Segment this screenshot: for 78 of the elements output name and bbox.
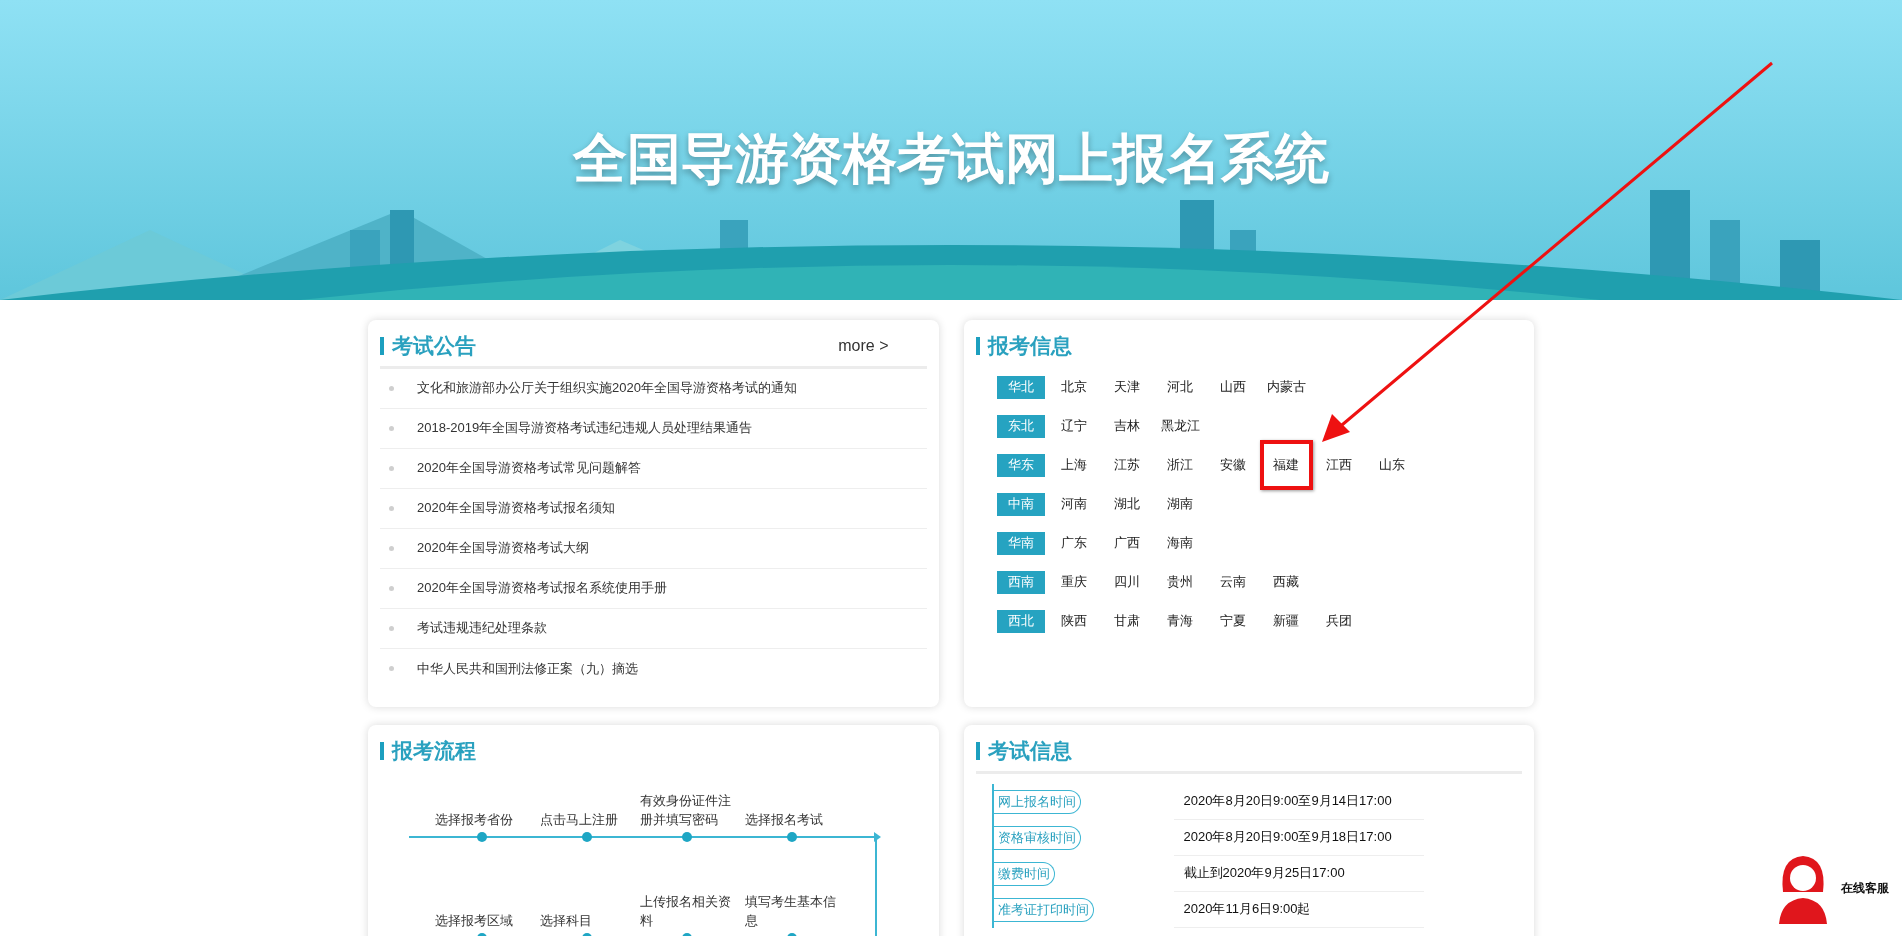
province-link[interactable]: 山西: [1206, 375, 1260, 399]
title-marker: [975, 336, 980, 355]
bullet-icon: [389, 505, 394, 511]
announcement-link[interactable]: 中华人民共和国刑法修正案（九）摘选: [417, 658, 638, 679]
province-link[interactable]: 云南: [1206, 570, 1260, 594]
bullet-icon: [389, 585, 394, 591]
province-link[interactable]: 山东: [1365, 453, 1419, 477]
region-label: 华东: [996, 453, 1045, 477]
step-label: 上传报名相关资料: [640, 892, 732, 930]
date-text: 2020年8月20日9:00至9月18日17:00: [1173, 819, 1424, 856]
province-link[interactable]: 福建: [1259, 440, 1313, 490]
province-link[interactable]: 宁夏: [1206, 609, 1260, 633]
step-label: 填写考生基本信息: [745, 892, 837, 930]
province-link[interactable]: 安徽: [1206, 453, 1260, 477]
province-link[interactable]: 浙江: [1153, 453, 1207, 477]
province-link[interactable]: 湖南: [1153, 492, 1207, 516]
online-service-label[interactable]: 在线客服: [1841, 879, 1889, 897]
province-link[interactable]: 江苏: [1100, 453, 1154, 477]
step-label: 有效身份证件注册并填写密码: [640, 791, 732, 829]
province-link[interactable]: 甘肃: [1100, 609, 1154, 633]
province-link[interactable]: 西藏: [1259, 570, 1313, 594]
province-link[interactable]: 海南: [1153, 531, 1207, 555]
province-link[interactable]: 湖北: [1100, 492, 1154, 516]
bullet-icon: [389, 385, 394, 391]
province-link[interactable]: 兵团: [1312, 609, 1366, 633]
announcement-link[interactable]: 2020年全国导游资格考试报名系统使用手册: [417, 578, 667, 598]
step-label: 选择报名考试: [745, 810, 824, 829]
region-label: 西南: [996, 570, 1045, 594]
region-label: 东北: [996, 414, 1045, 438]
province-link[interactable]: 天津: [1100, 375, 1154, 399]
province-link[interactable]: 陕西: [1047, 609, 1101, 633]
step-label: 选择报考区域: [435, 911, 514, 930]
section-title: 报考流程: [392, 738, 476, 764]
step-label: 选择报考省份: [435, 810, 514, 829]
province-link[interactable]: 广东: [1047, 531, 1101, 555]
province-link[interactable]: 江西: [1312, 453, 1366, 477]
title-marker: [380, 741, 384, 760]
title-marker: [380, 336, 384, 355]
step-label: 点击马上注册: [540, 810, 619, 829]
announcement-link[interactable]: 2020年全国导游资格考试常见问题解答: [417, 458, 641, 478]
province-link[interactable]: 北京: [1047, 375, 1101, 399]
bullet-icon: [389, 465, 394, 471]
bullet-icon: [389, 625, 394, 631]
province-link[interactable]: 新疆: [1259, 609, 1313, 633]
date-text: 截止到2020年9月25日17:00: [1173, 855, 1424, 892]
province-link[interactable]: 内蒙古: [1259, 375, 1313, 399]
province-link[interactable]: 河南: [1047, 492, 1101, 516]
date-text: 2020年8月20日9:00至9月14日17:00: [1173, 783, 1424, 820]
section-title: 报考信息: [987, 333, 1072, 359]
site-title: 全国导游资格考试网上报名系统: [573, 127, 1329, 188]
announcement-link[interactable]: 2020年全国导游资格考试大纲: [417, 538, 589, 558]
province-link[interactable]: 黑龙江: [1153, 414, 1207, 438]
region-label: 西北: [996, 609, 1045, 633]
more-link[interactable]: more >: [838, 333, 889, 358]
province-link[interactable]: 上海: [1047, 453, 1101, 477]
province-link[interactable]: 青海: [1153, 609, 1207, 633]
announcement-link[interactable]: 文化和旅游部办公厅关于组织实施2020年全国导游资格考试的通知: [417, 378, 797, 398]
province-link[interactable]: 重庆: [1047, 570, 1101, 594]
bullet-icon: [389, 545, 394, 551]
province-link[interactable]: 四川: [1100, 570, 1154, 594]
announcement-link[interactable]: 2018-2019年全国导游资格考试违纪违规人员处理结果通告: [417, 418, 753, 438]
announcement-link[interactable]: 2020年全国导游资格考试报名须知: [417, 498, 615, 518]
section-title: 考试信息: [987, 738, 1072, 764]
date-text: 2020年11月6日9:00起: [1173, 891, 1424, 928]
province-link[interactable]: 广西: [1100, 531, 1154, 555]
announcement-link[interactable]: 考试违规违纪处理条款: [417, 618, 547, 638]
region-label: 华北: [996, 375, 1045, 399]
region-label: 中南: [996, 492, 1045, 516]
step-label: 选择科目: [540, 911, 593, 930]
section-title: 考试公告: [392, 333, 476, 359]
province-link[interactable]: 辽宁: [1047, 414, 1101, 438]
bullet-icon: [389, 666, 394, 671]
province-link[interactable]: 贵州: [1153, 570, 1207, 594]
region-label: 华南: [996, 531, 1045, 555]
province-link[interactable]: 吉林: [1100, 414, 1154, 438]
province-link[interactable]: 河北: [1153, 375, 1207, 399]
title-marker: [975, 741, 980, 760]
bullet-icon: [389, 425, 394, 431]
